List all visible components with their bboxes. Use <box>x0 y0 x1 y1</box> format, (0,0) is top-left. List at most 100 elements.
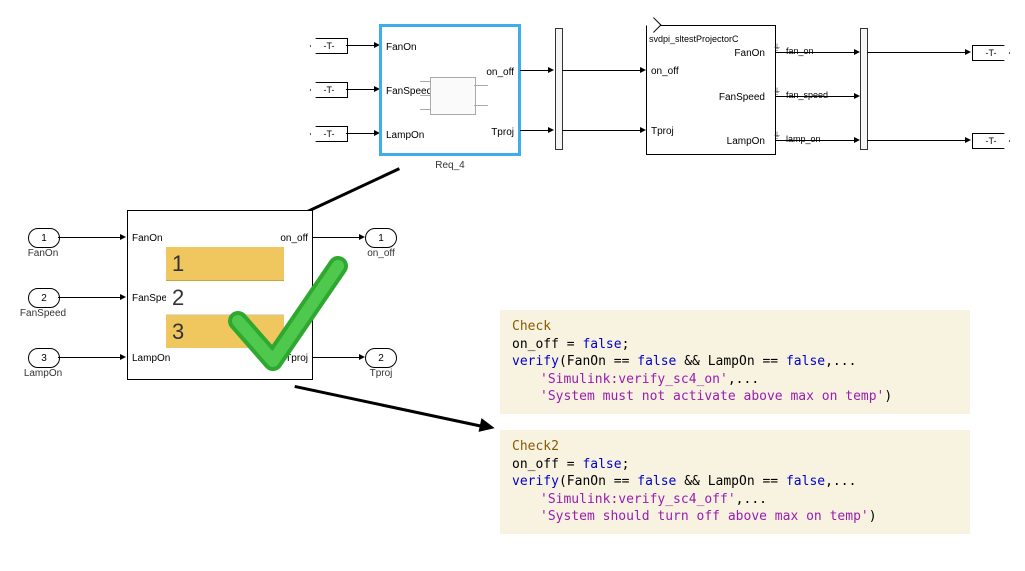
inport-1-label: FanOn <box>20 248 66 259</box>
inport-2[interactable]: 2 <box>28 288 60 308</box>
drill-arrow-2 <box>294 385 480 427</box>
c2-l2a: verify <box>512 474 559 489</box>
svdpi-in-1: Tproj <box>651 126 674 137</box>
wire <box>776 96 856 97</box>
svdpi-out-1: FanSpeed <box>719 92 765 103</box>
block-req4[interactable]: FanOn FanSpeed LampOn on_off Tproj <box>380 25 520 155</box>
c2-l1a: on_off = <box>512 457 582 472</box>
ts-in-2: LampOn <box>132 353 170 364</box>
goto-tag-0[interactable]: -T- <box>972 45 1010 61</box>
from-tag-0[interactable]: -T- <box>310 38 348 54</box>
c2-l2c: false <box>637 474 676 489</box>
ts-out-0: on_off <box>280 233 308 244</box>
c1-l4b: ) <box>884 389 892 404</box>
c1-l1a: on_off = <box>512 337 582 352</box>
outport-2[interactable]: 2 <box>365 348 397 368</box>
line <box>474 85 488 86</box>
outport-2-label: Tproj <box>356 368 406 379</box>
req4-in-0: FanOn <box>386 42 417 53</box>
req4-out-0: on_off <box>486 67 514 78</box>
wire <box>58 297 122 298</box>
wire <box>346 45 376 46</box>
c1-l2c: false <box>637 354 676 369</box>
wire <box>520 130 550 131</box>
c2-l2e: false <box>786 474 825 489</box>
svdpi-name: svdpi_sltestProjectorC <box>649 34 739 44</box>
c1-l3: 'Simulink:verify_sc4_on' <box>540 372 728 387</box>
test-sequence-block[interactable]: FanOn FanSpeed LampOn on_off Tproj 1 2 3 <box>127 210 313 380</box>
c1-l1b: false <box>582 337 621 352</box>
c2-l3b: ,... <box>736 492 767 507</box>
c1-l2a: verify <box>512 354 559 369</box>
c2-l2b: (FanOn == <box>559 474 637 489</box>
goto-tag-1[interactable]: -T- <box>972 133 1010 149</box>
arrow <box>965 137 971 143</box>
check-icon <box>228 251 348 381</box>
line <box>474 105 488 106</box>
c2-l4: 'System should turn off above max on tem… <box>540 509 869 524</box>
inport-3[interactable]: 3 <box>28 348 60 368</box>
c2-l4b: ) <box>869 509 877 524</box>
goto-tag-0-text: -T- <box>986 48 997 58</box>
inport-3-label: LampOn <box>16 368 70 379</box>
req4-inner-icon <box>430 77 476 115</box>
req4-out-1: Tproj <box>491 127 514 138</box>
bus-creator-2[interactable] <box>860 28 868 150</box>
outport-2-num: 2 <box>378 353 384 364</box>
from-tag-1[interactable]: -T- <box>310 82 348 98</box>
c1-l2b: (FanOn == <box>559 354 637 369</box>
c2-l1c: ; <box>622 457 630 472</box>
svdpi-out-0: FanOn <box>734 48 765 59</box>
inport-3-num: 3 <box>41 353 47 364</box>
goto-tag-1-text: -T- <box>986 136 997 146</box>
arrow <box>120 234 126 240</box>
req4-in-2: LampOn <box>386 130 424 141</box>
c1-l3b: ,... <box>728 372 759 387</box>
inport-2-num: 2 <box>41 293 47 304</box>
outport-1-label: on_off <box>356 248 406 259</box>
inport-1[interactable]: 1 <box>28 228 60 248</box>
wire <box>562 70 642 71</box>
wire <box>313 237 361 238</box>
bus-creator-1[interactable] <box>555 28 563 150</box>
arrow <box>965 49 971 55</box>
arrow <box>120 354 126 360</box>
c1-title: Check <box>512 319 551 334</box>
ts-in-0: FanOn <box>132 233 163 244</box>
c2-l2f: ,... <box>825 474 856 489</box>
from-tag-2[interactable]: -T- <box>310 126 348 142</box>
from-tag-2-text: -T- <box>324 129 335 139</box>
req4-name: Req_4 <box>380 160 520 171</box>
corner <box>646 17 662 33</box>
block-svdpi[interactable]: svdpi_sltestProjectorC on_off Tproj FanO… <box>646 25 776 155</box>
c1-l2f: ,... <box>825 354 856 369</box>
line <box>420 81 430 82</box>
sig-1: fan_speed <box>786 90 828 100</box>
from-tag-0-text: -T- <box>324 41 335 51</box>
wire <box>346 133 376 134</box>
c1-l2e: false <box>786 354 825 369</box>
outport-1[interactable]: 1 <box>365 228 397 248</box>
c2-l3: 'Simulink:verify_sc4_off' <box>540 492 736 507</box>
drill-arrow-2-head <box>479 418 497 435</box>
from-tag-1-text: -T- <box>324 85 335 95</box>
c2-title: Check2 <box>512 439 559 454</box>
outport-1-num: 1 <box>378 233 384 244</box>
wire <box>520 70 550 71</box>
wire <box>867 52 967 53</box>
code-check-2: Check2 on_off = false; verify(FanOn == f… <box>500 430 970 534</box>
wire <box>776 140 856 141</box>
c2-l2d: && LampOn == <box>676 474 786 489</box>
wire <box>58 357 122 358</box>
c1-l4: 'System must not activate above max on t… <box>540 389 884 404</box>
inport-2-label: FanSpeed <box>16 308 70 319</box>
arrow <box>548 127 554 133</box>
line <box>420 95 430 96</box>
arrow <box>120 294 126 300</box>
sig-0: fan_on <box>786 46 814 56</box>
c1-l2d: && LampOn == <box>676 354 786 369</box>
arrow <box>548 67 554 73</box>
code-check-1: Check on_off = false; verify(FanOn == fa… <box>500 310 970 414</box>
wire <box>346 89 376 90</box>
line <box>420 109 430 110</box>
